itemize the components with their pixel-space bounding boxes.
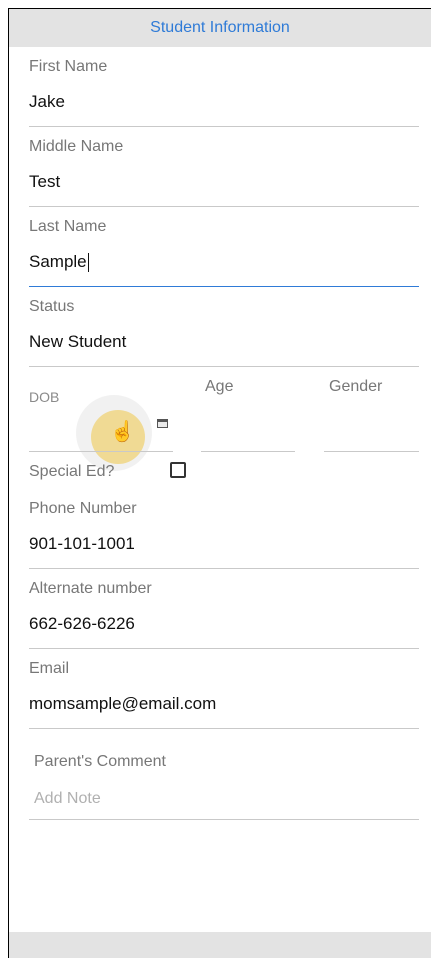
alternate-field[interactable]: Alternate number 662-626-6226 <box>29 569 419 649</box>
first-name-input[interactable]: Jake <box>29 78 419 126</box>
form-panel: Student Information First Name Jake Midd… <box>8 8 431 958</box>
parent-comment-field[interactable]: Parent's Comment Add Note <box>29 729 419 820</box>
page-title: Student Information <box>9 9 431 47</box>
parent-comment-label: Parent's Comment <box>34 753 166 770</box>
dob-age-gender-row: DOB Age Gender ☝ <box>29 367 419 471</box>
middle-name-label: Middle Name <box>29 138 124 155</box>
phone-input[interactable]: 901-101-1001 <box>29 520 419 568</box>
text-caret <box>87 253 89 273</box>
alternate-input[interactable]: 662-626-6226 <box>29 600 419 648</box>
last-name-value: Sample <box>29 252 87 271</box>
age-label: Age <box>205 378 234 395</box>
status-field[interactable]: Status New Student <box>29 287 419 367</box>
first-name-field[interactable]: First Name Jake <box>29 47 419 127</box>
special-ed-row: Special Ed? <box>29 455 431 489</box>
first-name-label: First Name <box>29 58 108 75</box>
calendar-icon[interactable] <box>157 419 168 428</box>
dob-label: DOB <box>29 389 60 405</box>
phone-label: Phone Number <box>29 500 137 517</box>
gender-label: Gender <box>329 378 383 395</box>
age-input[interactable] <box>201 451 295 452</box>
last-name-field[interactable]: Last Name Sample <box>29 207 419 287</box>
middle-name-input[interactable]: Test <box>29 158 419 206</box>
footer-bar <box>9 932 431 958</box>
alternate-label: Alternate number <box>29 580 152 597</box>
special-ed-checkbox[interactable] <box>170 462 186 478</box>
email-label: Email <box>29 660 70 677</box>
email-input[interactable]: momsample@email.com <box>29 680 419 728</box>
status-select[interactable]: New Student <box>29 318 419 366</box>
email-field[interactable]: Email momsample@email.com <box>29 649 419 729</box>
gender-input[interactable] <box>324 451 419 452</box>
status-label: Status <box>29 298 75 315</box>
dob-input[interactable] <box>29 451 173 452</box>
phone-field[interactable]: Phone Number 901-101-1001 <box>29 489 419 569</box>
hand-pointer-icon: ☝ <box>110 421 135 443</box>
last-name-label: Last Name <box>29 218 107 235</box>
middle-name-field[interactable]: Middle Name Test <box>29 127 419 207</box>
last-name-input[interactable]: Sample <box>29 238 419 286</box>
add-note-input[interactable]: Add Note <box>34 790 101 808</box>
special-ed-label: Special Ed? <box>29 463 115 480</box>
